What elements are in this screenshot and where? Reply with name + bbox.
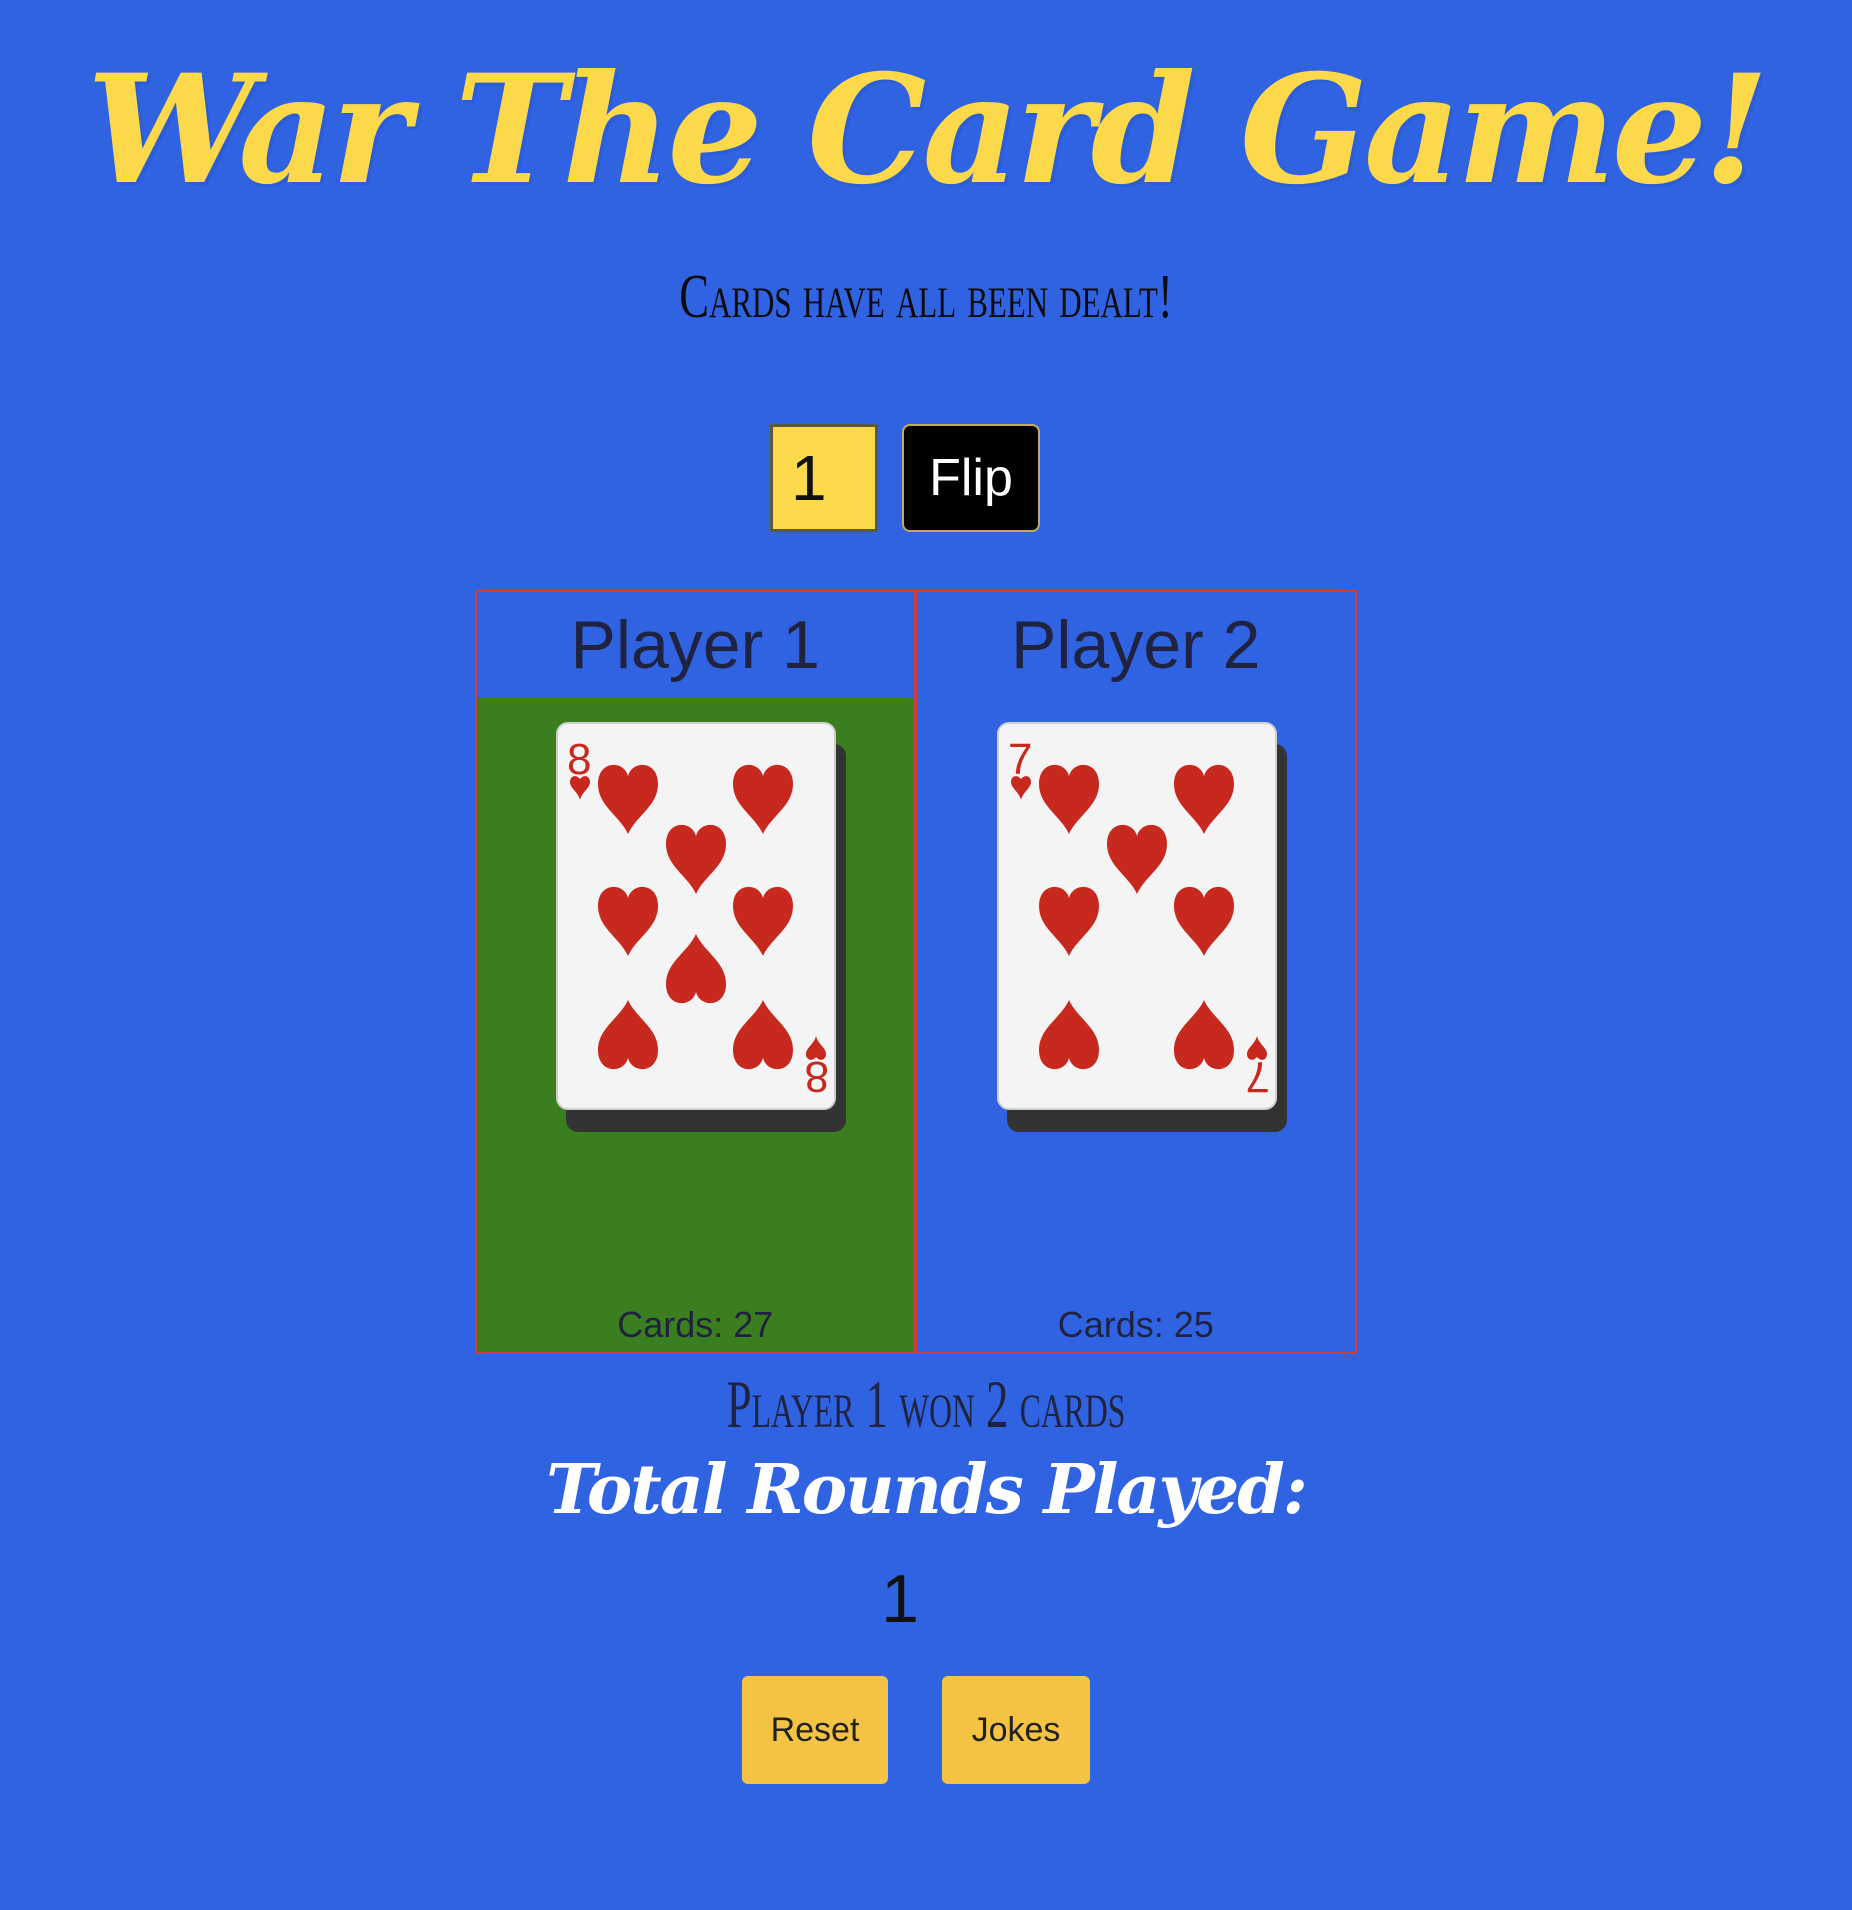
card-rank-top: 8 [567,735,591,784]
heart-icon [1246,1036,1267,1060]
card-pips [1038,764,1234,1070]
heart-icon [570,776,590,800]
deal-status: Cards have all been dealt! [679,263,1173,331]
player-1-name: Player 1 [570,607,820,683]
card-rank-bottom: 8 [805,1052,829,1101]
card-rank-bottom: 7 [1245,1052,1269,1101]
jokes-button[interactable]: Jokes [942,1676,1090,1784]
player-1-card: 8 8 [556,722,836,1110]
flip-button[interactable]: Flip [902,424,1040,532]
card-rank-top: 7 [1008,735,1032,784]
game-board: Player 1 8 8 Cards: 27 Player 2 7 7 Card… [475,590,1357,1354]
flip-count-input[interactable] [770,424,878,532]
player-1-panel: Player 1 8 8 Cards: 27 [477,592,917,1352]
total-rounds-label: Total Rounds Played: [546,1450,1308,1530]
player-2-card: 7 7 [996,722,1277,1110]
reset-button[interactable]: Reset [742,1676,888,1784]
round-result: Player 1 won 2 cards [726,1366,1126,1442]
heart-icon [1010,776,1031,800]
heart-icon [806,1036,826,1060]
card-pips [598,764,793,1070]
player-1-card-count: Cards: 27 [617,1304,774,1345]
player-2-name: Player 2 [1011,607,1261,683]
page-title: War The Card Game! [86,42,1769,218]
player-2-card-count: Cards: 25 [1057,1304,1214,1345]
total-rounds-value: 1 [881,1561,919,1637]
player-2-panel: Player 2 7 7 Cards: 25 [917,592,1356,1352]
